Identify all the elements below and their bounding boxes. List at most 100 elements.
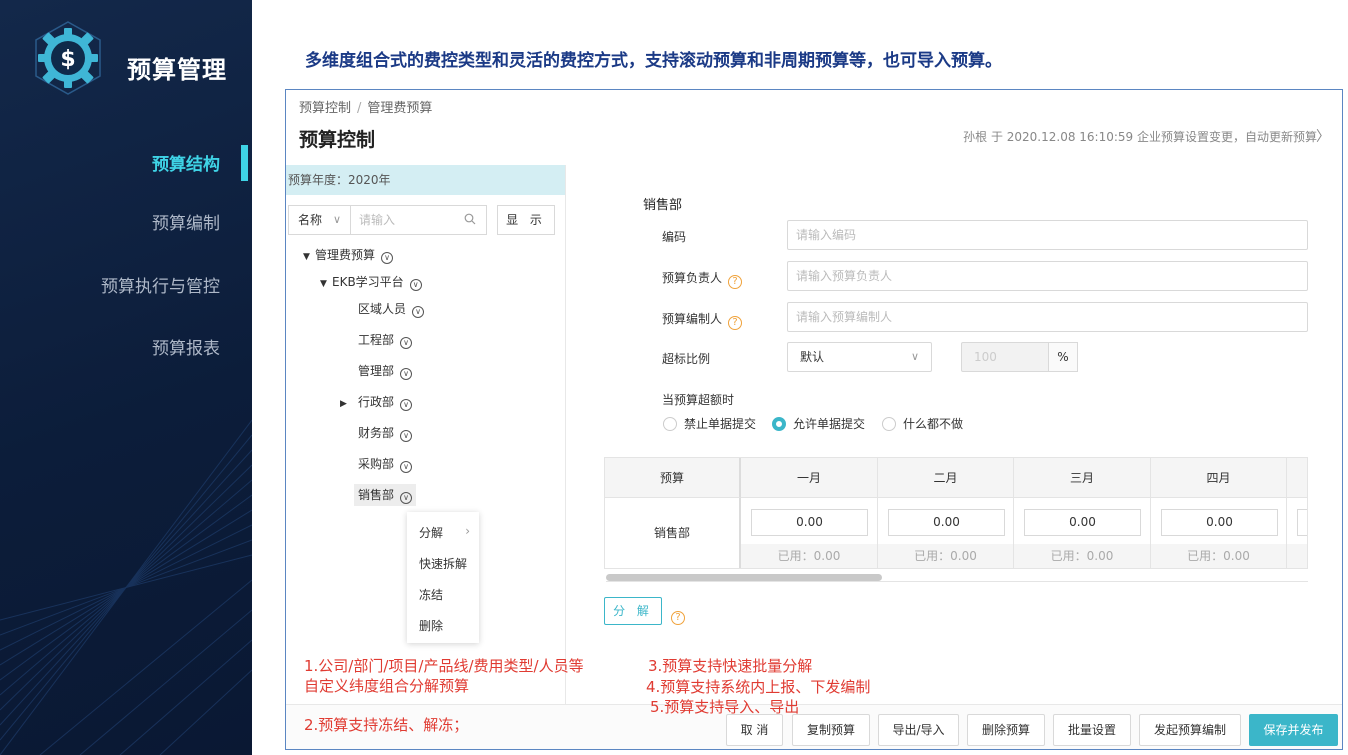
grid-used-partial	[1287, 544, 1307, 568]
copy-budget-button[interactable]: 复制预算	[792, 714, 870, 746]
breadcrumb-separator: /	[357, 101, 362, 116]
budget-year-bar: 预算年度：2020年	[286, 165, 565, 195]
circle-chevron-icon[interactable]: ∨	[409, 279, 422, 291]
radio-allow-submit[interactable]: 允许单据提交	[772, 415, 865, 432]
grid-header-month: 一月	[741, 458, 878, 498]
nav-item-budget-report[interactable]: 预算报表	[0, 334, 220, 359]
ratio-select[interactable]: 默认 ∨	[787, 342, 932, 372]
section-title: 销售部	[643, 198, 683, 213]
batch-settings-button[interactable]: 批量设置	[1053, 714, 1131, 746]
cancel-button[interactable]: 取 消	[726, 714, 783, 746]
chevron-right-icon[interactable]: 〉	[1316, 126, 1330, 146]
nav-active-marker	[241, 145, 248, 181]
grid-row-label: 销售部	[605, 498, 741, 568]
radio-circle[interactable]	[882, 417, 896, 431]
search-field-select[interactable]: 名称 ∨	[288, 205, 350, 235]
start-compile-button[interactable]: 发起预算编制	[1139, 714, 1241, 746]
grid-used-value: 已用：0.00	[878, 544, 1013, 568]
editor-input[interactable]: 请输入预算编制人	[787, 302, 1308, 332]
change-log-info[interactable]: 孙根 于 2020.12.08 16:10:59 企业预算设置变更，自动更新预算	[963, 128, 1317, 145]
radio-do-nothing[interactable]: 什么都不做	[882, 415, 963, 432]
note-4: 4.预算支持系统内上报、下发编制	[646, 678, 871, 696]
save-publish-button[interactable]: 保存并发布	[1249, 714, 1338, 746]
caret-down-icon[interactable]: ▼	[320, 273, 332, 295]
note-3: 3.预算支持快速批量分解	[648, 657, 813, 675]
grid-value-input[interactable]: 0.00	[1024, 509, 1141, 536]
tree-node-management[interactable]: 管理部 ∨	[358, 360, 413, 382]
grid-value-input-partial[interactable]	[1297, 509, 1307, 536]
menu-item-quick-split[interactable]: 快速拆解	[419, 555, 467, 572]
search-icon[interactable]	[464, 206, 476, 234]
circle-chevron-icon[interactable]: ∨	[412, 306, 425, 318]
svg-text:$: $	[60, 47, 75, 72]
note-1: 1.公司/部门/项目/产品线/费用类型/人员等 自定义纬度组合分解预算	[304, 657, 584, 695]
scrollbar-thumb[interactable]	[606, 574, 882, 581]
circle-chevron-icon[interactable]: ∨	[400, 368, 413, 380]
menu-item-split[interactable]: 分解	[419, 524, 443, 541]
circle-chevron-icon[interactable]: ∨	[400, 337, 413, 349]
grid-cell-month: 0.00 已用：0.00	[1151, 498, 1287, 568]
note-5: 5.预算支持导入、导出	[650, 698, 800, 716]
tree-node-regional-staff[interactable]: 区域人员 ∨	[358, 298, 425, 320]
menu-item-delete[interactable]: 删除	[419, 617, 443, 634]
code-input[interactable]: 请输入编码	[787, 220, 1308, 250]
nav-item-budget-structure[interactable]: 预算结构	[0, 150, 220, 175]
nav-item-budget-execution[interactable]: 预算执行与管控	[0, 272, 220, 297]
caret-down-icon[interactable]: ▼	[303, 246, 315, 268]
radio-circle-checked[interactable]	[772, 417, 786, 431]
headline: 多维度组合式的费控类型和灵活的费控方式，支持滚动预算和非周期预算等，也可导入预算…	[305, 51, 1002, 71]
help-icon[interactable]: ?	[728, 275, 743, 289]
tree-node-admin[interactable]: ▶ 行政部 ∨	[340, 391, 413, 415]
circle-chevron-icon[interactable]: ∨	[381, 252, 394, 264]
radio-circle[interactable]	[663, 417, 677, 431]
delete-budget-button[interactable]: 删除预算	[967, 714, 1045, 746]
grid-header-budget: 预算	[605, 458, 741, 498]
ratio-select-value: 默认	[800, 350, 825, 364]
help-icon[interactable]: ?	[671, 603, 685, 625]
grid-value-input[interactable]: 0.00	[888, 509, 1005, 536]
circle-chevron-icon[interactable]: ∨	[400, 399, 413, 411]
tree-context-menu: 分解 › 快速拆解 冻结 删除	[407, 512, 479, 643]
grid-cell-month: 0.00 已用：0.00	[1014, 498, 1151, 568]
grid-cell-month: 0.00 已用：0.00	[878, 498, 1014, 568]
grid-cell-month: 0.00 已用：0.00	[741, 498, 878, 568]
grid-horizontal-scrollbar[interactable]	[606, 572, 1308, 582]
tree-node-ekb[interactable]: ▼ EKB学习平台 ∨	[320, 271, 422, 293]
circle-chevron-icon[interactable]: ∨	[400, 430, 413, 442]
grid-used-value: 已用：0.00	[1151, 544, 1286, 568]
breadcrumb-item-root[interactable]: 预算控制	[299, 101, 351, 116]
tree-node-purchasing[interactable]: 采购部 ∨	[358, 453, 413, 475]
page-title: 预算控制	[299, 129, 376, 151]
help-icon[interactable]: ?	[728, 316, 743, 330]
radio-block-submit[interactable]: 禁止单据提交	[663, 415, 756, 432]
tree-node-expense-budget[interactable]: ▼ 管理费预算 ∨	[303, 244, 394, 268]
ratio-percent-input: 100	[961, 342, 1049, 372]
chevron-down-icon: ∨	[332, 213, 341, 226]
sidebar-background-pattern	[0, 419, 252, 755]
tree-search-input[interactable]: 请输入	[350, 205, 487, 235]
app-title: 预算管理	[127, 56, 227, 84]
sidebar: $ 预算管理 预算结构 预算编制 预算执行与管控 预算报表	[0, 0, 252, 755]
circle-chevron-icon[interactable]: ∨	[400, 492, 413, 504]
ratio-percent-unit: %	[1048, 342, 1078, 372]
grid-used-value: 已用：0.00	[1014, 544, 1150, 568]
nav-item-budget-compile[interactable]: 预算编制	[0, 209, 220, 234]
circle-chevron-icon[interactable]: ∨	[400, 461, 413, 473]
tree-node-engineering[interactable]: 工程部 ∨	[358, 329, 413, 351]
grid-value-input[interactable]: 0.00	[1161, 509, 1278, 536]
chevron-down-icon: ∨	[910, 350, 919, 363]
owner-input[interactable]: 请输入预算负责人	[787, 261, 1308, 291]
caret-right-icon[interactable]: ▶	[340, 393, 358, 415]
grid-header-month: 二月	[878, 458, 1014, 498]
export-import-button[interactable]: 导出/导入	[878, 714, 959, 746]
show-button[interactable]: 显 示	[497, 205, 555, 235]
tree-node-sales[interactable]: 销售部 ∨	[354, 484, 417, 506]
grid-value-input[interactable]: 0.00	[751, 509, 868, 536]
grid-used-value: 已用：0.00	[741, 544, 877, 568]
menu-item-freeze[interactable]: 冻结	[419, 586, 443, 603]
split-button[interactable]: 分 解	[604, 597, 662, 625]
dollar-gear-logo-icon: $	[30, 20, 106, 96]
tree-node-finance[interactable]: 财务部 ∨	[358, 422, 413, 444]
note-2: 2.预算支持冻结、解冻；	[304, 716, 469, 734]
ratio-label: 超标比例	[662, 352, 711, 366]
